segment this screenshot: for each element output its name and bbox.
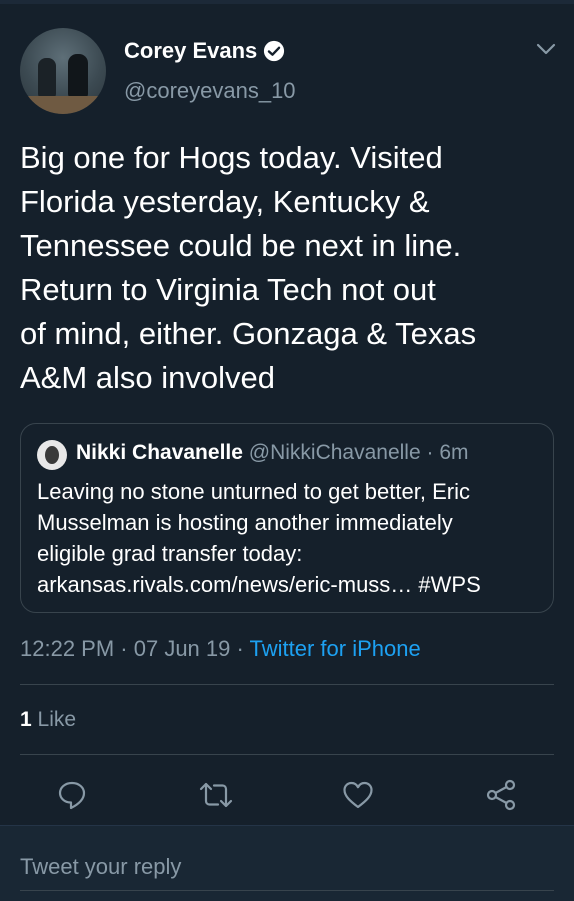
share-icon bbox=[486, 779, 516, 811]
quoted-line: eligible grad transfer today: bbox=[37, 541, 303, 566]
quoted-tweet-header: Nikki Chavanelle @NikkiChavanelle · 6m bbox=[76, 441, 469, 465]
retweet-button[interactable] bbox=[196, 775, 236, 815]
quoted-line: Leaving no stone unturned to get better,… bbox=[37, 479, 470, 504]
quoted-tweet-card[interactable]: Nikki Chavanelle @NikkiChavanelle · 6m L… bbox=[20, 423, 554, 613]
tweet-date: · 07 Jun 19 · bbox=[120, 636, 244, 661]
tweet-source-link[interactable]: Twitter for iPhone bbox=[250, 636, 421, 661]
author-name[interactable]: Corey Evans bbox=[124, 38, 257, 64]
heart-icon bbox=[343, 781, 373, 809]
reply-button[interactable] bbox=[52, 775, 92, 815]
quoted-author-name: Nikki Chavanelle bbox=[76, 441, 243, 464]
chevron-down-icon[interactable] bbox=[536, 42, 556, 56]
tweet-time: 12:22 PM bbox=[20, 636, 115, 661]
reply-icon bbox=[58, 781, 86, 810]
like-button[interactable] bbox=[338, 775, 378, 815]
share-button[interactable] bbox=[481, 775, 521, 815]
reply-input-underline bbox=[20, 890, 554, 891]
tweet-body: Big one for Hogs today. Visited Florida … bbox=[20, 136, 560, 400]
quoted-author-avatar bbox=[37, 440, 67, 470]
tweet-line: of mind, either. Gonzaga & Texas bbox=[20, 316, 477, 351]
divider bbox=[20, 754, 554, 755]
top-border bbox=[0, 0, 574, 4]
avatar-figure-left bbox=[38, 58, 56, 98]
likes-count: 1 bbox=[20, 708, 32, 731]
tweet-line: Big one for Hogs today. Visited bbox=[20, 140, 443, 175]
tweet-line: Return to Virginia Tech not out bbox=[20, 272, 436, 307]
reply-bar bbox=[0, 825, 574, 901]
quoted-avatar-face bbox=[45, 446, 59, 464]
reply-input[interactable] bbox=[20, 852, 554, 882]
tweet-line: Tennessee could be next in line. bbox=[20, 228, 462, 263]
quoted-tweet-body: Leaving no stone unturned to get better,… bbox=[37, 476, 537, 600]
likes-label: Like bbox=[37, 708, 77, 731]
verified-badge-icon bbox=[263, 40, 285, 62]
tweet-metadata: 12:22 PM · 07 Jun 19 · Twitter for iPhon… bbox=[20, 636, 421, 662]
tweet-actions bbox=[0, 775, 574, 817]
author-handle[interactable]: @coreyevans_10 bbox=[124, 78, 296, 104]
likes-stat[interactable]: 1 Like bbox=[20, 708, 76, 732]
tweet-header: Corey Evans @coreyevans_10 bbox=[0, 22, 574, 122]
divider bbox=[20, 684, 554, 685]
quoted-line: Musselman is hosting another immediately bbox=[37, 510, 453, 535]
quoted-tweet-time: · 6m bbox=[426, 441, 469, 464]
author-avatar[interactable] bbox=[20, 28, 106, 114]
tweet-line: A&M also involved bbox=[20, 360, 276, 395]
retweet-icon bbox=[199, 782, 233, 808]
quoted-author-handle: @NikkiChavanelle bbox=[248, 441, 421, 464]
tweet-line: Florida yesterday, Kentucky & bbox=[20, 184, 430, 219]
quoted-line: arkansas.rivals.com/news/eric-muss… #WPS bbox=[37, 572, 481, 597]
avatar-floor bbox=[20, 96, 106, 114]
avatar-figure-right bbox=[68, 54, 88, 98]
